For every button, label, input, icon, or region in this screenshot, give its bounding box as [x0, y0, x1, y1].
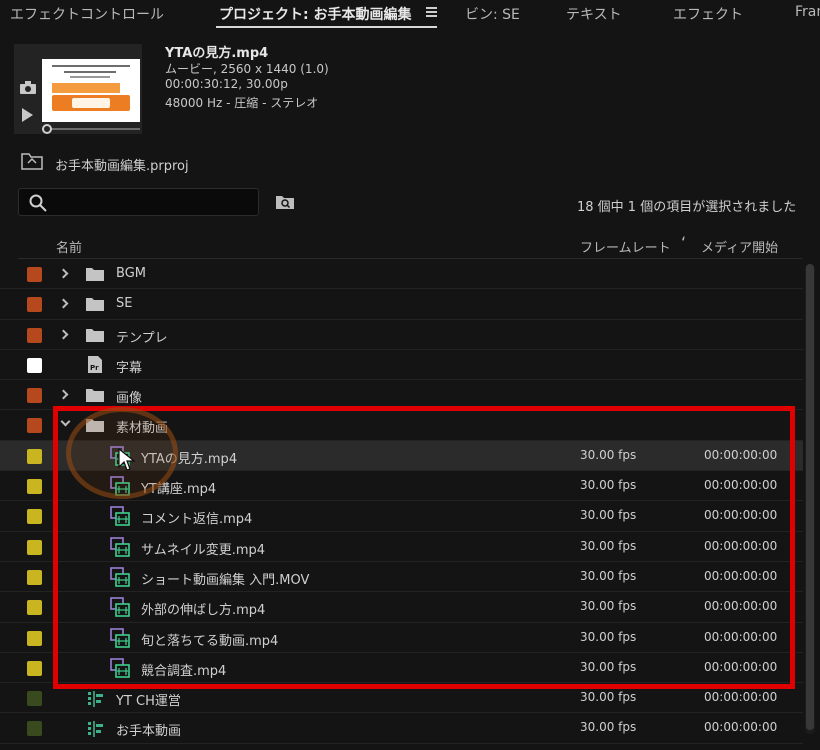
project-name: お手本動画編集.prproj [55, 159, 189, 174]
label-color-swatch[interactable] [27, 721, 42, 737]
tab-text[interactable]: テキスト [566, 4, 622, 24]
thumbnail-banner [52, 83, 120, 93]
folder-row[interactable]: テンプレ [0, 320, 803, 350]
preview-scrubber[interactable] [48, 128, 140, 130]
media-start-value: 00:00:00:00 [704, 690, 778, 705]
tab-bin-se[interactable]: ビン: SE [465, 4, 520, 24]
clip-type-info: ムービー, 2560 x 1440 (1.0) [165, 62, 329, 76]
item-name[interactable]: 字幕 [116, 357, 142, 376]
sequence-icon [88, 691, 103, 708]
chevron-right-icon[interactable] [58, 389, 69, 400]
panel-tab-bar: エフェクトコントロール プロジェクト: お手本動画編集 ビン: SE テキスト … [0, 0, 820, 30]
clip-title: YTAの見方.mp4 [165, 46, 269, 61]
folder-icon [86, 268, 104, 281]
svg-text:Pr: Pr [90, 364, 99, 372]
label-color-swatch[interactable] [27, 448, 42, 464]
item-name[interactable]: テンプレ [116, 327, 168, 346]
selection-status: 18 個中 1 個の項目が選択されました [577, 200, 797, 215]
mouse-cursor-icon [118, 448, 136, 471]
column-header-name[interactable]: 名前 [56, 237, 82, 256]
panel-menu-icon[interactable] [426, 7, 437, 17]
playhead-handle[interactable] [42, 124, 52, 134]
label-color-swatch[interactable] [27, 600, 42, 616]
column-header-frame-rate[interactable]: フレームレート [580, 237, 671, 256]
folder-icon [86, 328, 104, 342]
project-up-icon[interactable] [21, 153, 43, 170]
tab-project[interactable]: プロジェクト: お手本動画編集 [219, 4, 411, 24]
label-color-swatch[interactable] [27, 569, 42, 585]
thumbnail-text-line [70, 76, 110, 78]
frame-rate-value: 30.00 fps [580, 690, 637, 705]
tab-effect-controls[interactable]: エフェクトコントロール [10, 4, 164, 24]
play-icon[interactable] [22, 108, 33, 122]
clip-duration-info: 00:00:30:12, 30.00p [165, 77, 288, 91]
media-start-value: 00:00:00:00 [704, 720, 778, 735]
label-color-swatch[interactable] [27, 539, 42, 555]
label-color-swatch[interactable] [27, 479, 42, 495]
thumbnail-text-line [64, 71, 116, 73]
label-color-swatch[interactable] [27, 509, 42, 525]
tab-frame-overflow[interactable]: Fran [795, 4, 820, 20]
column-resize-handle[interactable]: ‘ [681, 233, 686, 252]
frame-rate-value: 30.00 fps [580, 720, 637, 735]
premiere-file-icon: Pr [88, 355, 102, 373]
item-name[interactable]: 画像 [116, 387, 142, 406]
label-color-swatch[interactable] [27, 418, 42, 434]
sequence-row[interactable]: お手本動画 30.00 fps 00:00:00:00 [0, 713, 803, 744]
active-tab-indicator [216, 26, 437, 28]
chevron-right-icon[interactable] [58, 329, 69, 340]
tab-effects[interactable]: エフェクト [673, 4, 743, 24]
label-color-swatch[interactable] [27, 357, 42, 373]
label-color-swatch[interactable] [27, 630, 42, 646]
column-header-media-start[interactable]: メディア開始 [701, 237, 778, 256]
folder-row[interactable]: SE [0, 289, 803, 320]
sequence-icon [88, 721, 103, 738]
chevron-right-icon[interactable] [58, 268, 69, 279]
label-color-swatch[interactable] [27, 267, 42, 282]
label-color-swatch[interactable] [27, 327, 42, 343]
folder-row[interactable]: BGM [0, 259, 803, 290]
label-color-swatch[interactable] [27, 691, 42, 707]
scrollbar-thumb[interactable] [806, 264, 814, 730]
label-color-swatch[interactable] [27, 660, 42, 676]
search-icon [29, 194, 47, 212]
clip-audio-info: 48000 Hz - 圧縮 - ステレオ [165, 96, 319, 110]
search-input[interactable] [18, 188, 259, 216]
folder-icon [86, 389, 104, 403]
label-color-swatch[interactable] [27, 388, 42, 404]
camera-icon[interactable] [20, 81, 36, 94]
thumbnail-button-label [72, 98, 110, 108]
item-name[interactable]: BGM [116, 266, 146, 281]
folder-icon [86, 298, 104, 312]
new-search-bin-icon[interactable] [276, 195, 294, 209]
file-row[interactable]: Pr 字幕 [0, 350, 803, 381]
chevron-right-icon[interactable] [58, 298, 69, 309]
item-name[interactable]: お手本動画 [116, 720, 181, 739]
label-color-swatch[interactable] [27, 297, 42, 313]
item-name[interactable]: SE [116, 296, 132, 311]
item-name[interactable]: YT CH運営 [116, 690, 181, 709]
clip-thumbnail[interactable] [42, 59, 140, 122]
thumbnail-text-line [52, 65, 130, 67]
